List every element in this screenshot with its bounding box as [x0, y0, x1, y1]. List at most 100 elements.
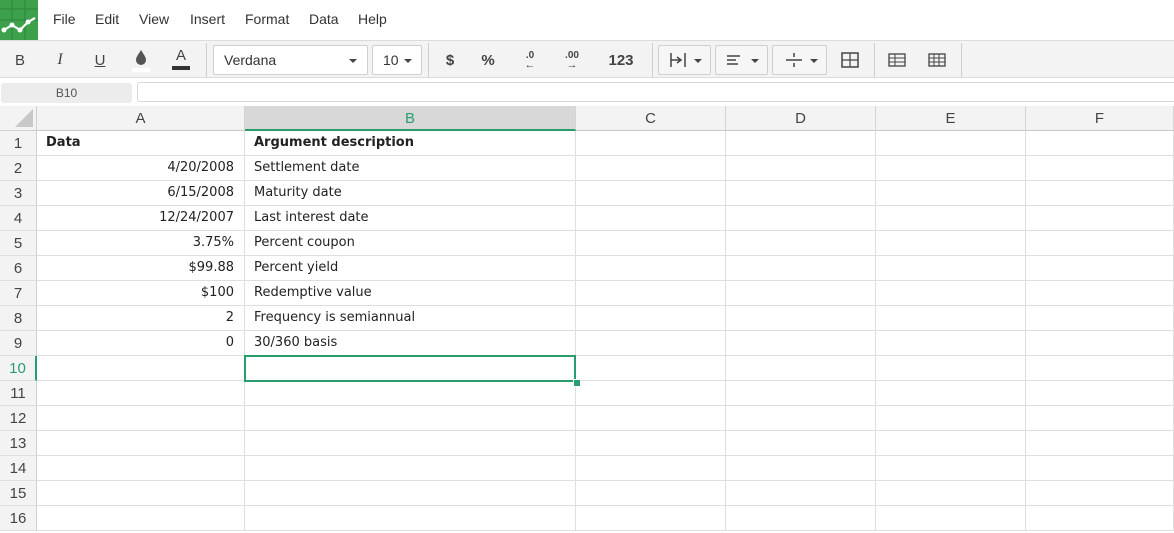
- cell-e11[interactable]: [876, 381, 1026, 406]
- cell-e1[interactable]: [876, 131, 1026, 156]
- cell-d15[interactable]: [726, 481, 876, 506]
- cell-d5[interactable]: [726, 231, 876, 256]
- cell-a16[interactable]: [37, 506, 245, 531]
- cell-f6[interactable]: [1026, 256, 1174, 281]
- cell-f13[interactable]: [1026, 431, 1174, 456]
- number-format-button[interactable]: 123: [601, 41, 641, 79]
- row-header-16[interactable]: 16: [0, 506, 37, 531]
- currency-format-button[interactable]: $: [436, 41, 464, 79]
- fill-color-button[interactable]: [126, 41, 156, 79]
- row-header-8[interactable]: 8: [0, 306, 37, 331]
- cell-b8[interactable]: Frequency is semiannual: [245, 306, 576, 331]
- cell-f7[interactable]: [1026, 281, 1174, 306]
- cell-c7[interactable]: [576, 281, 726, 306]
- menu-help[interactable]: Help: [358, 11, 387, 27]
- row-header-11[interactable]: 11: [0, 381, 37, 406]
- cell-d12[interactable]: [726, 406, 876, 431]
- cell-a2[interactable]: 4/20/2008: [37, 156, 245, 181]
- cell-e13[interactable]: [876, 431, 1026, 456]
- cell-e3[interactable]: [876, 181, 1026, 206]
- table-style-button[interactable]: [881, 41, 913, 79]
- row-header-7[interactable]: 7: [0, 281, 37, 306]
- cell-d16[interactable]: [726, 506, 876, 531]
- cell-e6[interactable]: [876, 256, 1026, 281]
- cell-d6[interactable]: [726, 256, 876, 281]
- cell-e4[interactable]: [876, 206, 1026, 231]
- cell-b2[interactable]: Settlement date: [245, 156, 576, 181]
- cell-a9[interactable]: 0: [37, 331, 245, 356]
- cell-f4[interactable]: [1026, 206, 1174, 231]
- menu-view[interactable]: View: [139, 11, 169, 27]
- cell-b1[interactable]: Argument description: [245, 131, 576, 156]
- cell-b16[interactable]: [245, 506, 576, 531]
- cell-e16[interactable]: [876, 506, 1026, 531]
- cell-b10[interactable]: [245, 356, 576, 381]
- cell-c13[interactable]: [576, 431, 726, 456]
- cell-e5[interactable]: [876, 231, 1026, 256]
- cell-c3[interactable]: [576, 181, 726, 206]
- cell-d9[interactable]: [726, 331, 876, 356]
- cell-e7[interactable]: [876, 281, 1026, 306]
- cell-e8[interactable]: [876, 306, 1026, 331]
- row-header-9[interactable]: 9: [0, 331, 37, 356]
- formula-input[interactable]: [137, 82, 1174, 102]
- column-header-f[interactable]: F: [1026, 106, 1174, 131]
- menu-data[interactable]: Data: [309, 11, 339, 27]
- column-header-c[interactable]: C: [576, 106, 726, 131]
- row-header-6[interactable]: 6: [0, 256, 37, 281]
- cell-f12[interactable]: [1026, 406, 1174, 431]
- bold-button[interactable]: B: [5, 41, 35, 79]
- cell-d10[interactable]: [726, 356, 876, 381]
- menu-format[interactable]: Format: [245, 11, 289, 27]
- cell-f14[interactable]: [1026, 456, 1174, 481]
- cell-c4[interactable]: [576, 206, 726, 231]
- cell-a6[interactable]: $99.88: [37, 256, 245, 281]
- menu-insert[interactable]: Insert: [190, 11, 225, 27]
- cell-d1[interactable]: [726, 131, 876, 156]
- text-color-button[interactable]: A: [166, 41, 196, 79]
- italic-button[interactable]: I: [45, 41, 75, 79]
- row-header-1[interactable]: 1: [0, 131, 37, 156]
- row-header-14[interactable]: 14: [0, 456, 37, 481]
- cell-b5[interactable]: Percent coupon: [245, 231, 576, 256]
- cell-d11[interactable]: [726, 381, 876, 406]
- cell-e9[interactable]: [876, 331, 1026, 356]
- row-header-5[interactable]: 5: [0, 231, 37, 256]
- cell-a14[interactable]: [37, 456, 245, 481]
- cell-f3[interactable]: [1026, 181, 1174, 206]
- cell-e14[interactable]: [876, 456, 1026, 481]
- cell-f2[interactable]: [1026, 156, 1174, 181]
- cell-a15[interactable]: [37, 481, 245, 506]
- vertical-align-dropdown[interactable]: [772, 45, 827, 75]
- cell-d2[interactable]: [726, 156, 876, 181]
- increase-decimal-button[interactable]: .00 →: [556, 41, 588, 79]
- cell-f11[interactable]: [1026, 381, 1174, 406]
- font-family-select[interactable]: Verdana: [213, 45, 368, 75]
- cell-b4[interactable]: Last interest date: [245, 206, 576, 231]
- cell-c5[interactable]: [576, 231, 726, 256]
- row-header-3[interactable]: 3: [0, 181, 37, 206]
- column-header-e[interactable]: E: [876, 106, 1026, 131]
- cell-c12[interactable]: [576, 406, 726, 431]
- cell-c2[interactable]: [576, 156, 726, 181]
- cell-e10[interactable]: [876, 356, 1026, 381]
- underline-button[interactable]: U: [85, 41, 115, 79]
- cell-c14[interactable]: [576, 456, 726, 481]
- cell-a12[interactable]: [37, 406, 245, 431]
- cell-e12[interactable]: [876, 406, 1026, 431]
- column-header-d[interactable]: D: [726, 106, 876, 131]
- cell-c1[interactable]: [576, 131, 726, 156]
- row-header-2[interactable]: 2: [0, 156, 37, 181]
- grid-borders-button[interactable]: [921, 41, 953, 79]
- cell-b7[interactable]: Redemptive value: [245, 281, 576, 306]
- cell-a8[interactable]: 2: [37, 306, 245, 331]
- cell-f5[interactable]: [1026, 231, 1174, 256]
- cell-e15[interactable]: [876, 481, 1026, 506]
- cell-a13[interactable]: [37, 431, 245, 456]
- cell-d14[interactable]: [726, 456, 876, 481]
- cell-c11[interactable]: [576, 381, 726, 406]
- cell-e2[interactable]: [876, 156, 1026, 181]
- cell-a1[interactable]: Data: [37, 131, 245, 156]
- cell-b6[interactable]: Percent yield: [245, 256, 576, 281]
- cell-b11[interactable]: [245, 381, 576, 406]
